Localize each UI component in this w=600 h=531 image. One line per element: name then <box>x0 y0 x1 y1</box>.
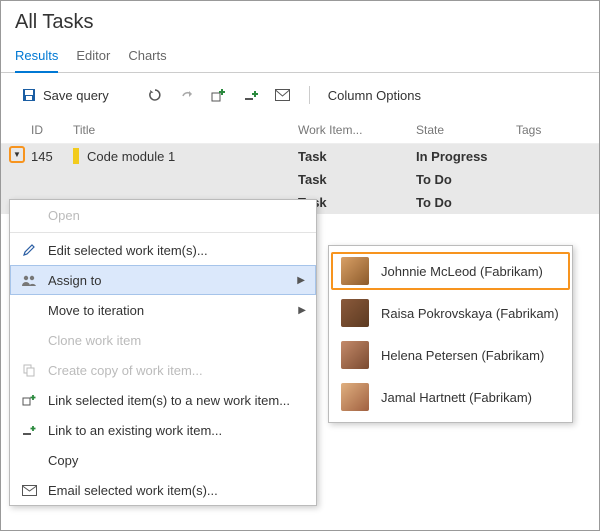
link-new-icon <box>20 392 38 408</box>
new-linked-icon <box>211 87 227 103</box>
col-header-title[interactable]: Title <box>73 123 298 137</box>
assignee-name: Jamal Hartnett (Fabrikam) <box>381 390 532 405</box>
email-button[interactable] <box>269 83 297 107</box>
avatar <box>341 299 369 327</box>
cell-state: In Progress <box>416 149 516 164</box>
cm-open: Open <box>10 200 316 230</box>
col-header-tags[interactable]: Tags <box>516 123 576 137</box>
save-query-label: Save query <box>43 88 109 103</box>
assignee-item[interactable]: Helena Petersen (Fabrikam) <box>329 334 572 376</box>
assignee-item[interactable]: Johnnie McLeod (Fabrikam) <box>329 250 572 292</box>
col-header-workitem[interactable]: Work Item... <box>298 123 416 137</box>
assignee-name: Johnnie McLeod (Fabrikam) <box>381 264 543 279</box>
save-icon <box>21 87 37 103</box>
cm-separator <box>10 232 316 233</box>
cm-copy[interactable]: Copy <box>10 445 316 475</box>
redo-icon <box>179 87 195 103</box>
table-row[interactable]: Task To Do <box>1 168 599 191</box>
toolbar: Save query Column Options <box>1 73 599 117</box>
column-options-button[interactable]: Column Options <box>322 84 427 107</box>
column-options-label: Column Options <box>328 88 421 103</box>
link-existing-icon <box>20 422 38 438</box>
refresh-button[interactable] <box>141 83 169 107</box>
context-menu: Open Edit selected work item(s)... Assig… <box>9 199 317 506</box>
cell-workitem: Task <box>298 149 416 164</box>
col-header-id[interactable]: ID <box>31 123 73 137</box>
redo-button[interactable] <box>173 83 201 107</box>
cm-label: Move to iteration <box>48 303 144 318</box>
cm-link-existing[interactable]: Link to an existing work item... <box>10 415 316 445</box>
table-row[interactable]: 145 Code module 1 Task In Progress <box>1 144 599 168</box>
cm-label: Open <box>48 208 80 223</box>
copy-icon <box>20 362 38 378</box>
assignee-name: Helena Petersen (Fabrikam) <box>381 348 544 363</box>
cm-label: Edit selected work item(s)... <box>48 243 208 258</box>
cm-label: Assign to <box>48 273 101 288</box>
assignee-item[interactable]: Jamal Hartnett (Fabrikam) <box>329 376 572 418</box>
task-color-bar <box>73 148 79 164</box>
people-icon <box>20 272 38 288</box>
cm-link-new[interactable]: Link selected item(s) to a new work item… <box>10 385 316 415</box>
tab-results[interactable]: Results <box>15 42 58 73</box>
cm-label: Link to an existing work item... <box>48 423 222 438</box>
cm-email[interactable]: Email selected work item(s)... <box>10 475 316 505</box>
avatar <box>341 257 369 285</box>
tabs: Results Editor Charts <box>1 42 599 73</box>
cm-clone: Clone work item <box>10 325 316 355</box>
assignee-name: Raisa Pokrovskaya (Fabrikam) <box>381 306 559 321</box>
refresh-icon <box>147 87 163 103</box>
assign-to-submenu: Johnnie McLeod (Fabrikam) Raisa Pokrovsk… <box>328 245 573 423</box>
cell-title-text: Code module 1 <box>87 149 175 164</box>
edit-icon <box>20 242 38 258</box>
cm-label: Email selected work item(s)... <box>48 483 218 498</box>
cm-label: Create copy of work item... <box>48 363 203 378</box>
tab-editor[interactable]: Editor <box>76 42 110 72</box>
cell-workitem: Task <box>298 172 416 187</box>
mail-icon <box>20 482 38 498</box>
cm-label: Copy <box>48 453 78 468</box>
save-query-button[interactable]: Save query <box>15 83 115 107</box>
new-linked-button[interactable] <box>205 83 233 107</box>
toolbar-separator <box>309 86 310 104</box>
add-icon <box>243 87 259 103</box>
grid-header: ID Title Work Item... State Tags <box>1 117 599 144</box>
mail-icon <box>275 87 291 103</box>
cell-id: 145 <box>31 149 73 164</box>
add-item-button[interactable] <box>237 83 265 107</box>
avatar <box>341 341 369 369</box>
assignee-item[interactable]: Raisa Pokrovskaya (Fabrikam) <box>329 292 572 334</box>
page-title: All Tasks <box>1 1 599 42</box>
cm-move-iteration[interactable]: Move to iteration ▶ <box>10 295 316 325</box>
cell-state: To Do <box>416 195 516 210</box>
cm-label: Clone work item <box>48 333 141 348</box>
cell-title: Code module 1 <box>73 148 298 164</box>
tab-charts[interactable]: Charts <box>128 42 166 72</box>
avatar <box>341 383 369 411</box>
cell-state: To Do <box>416 172 516 187</box>
chevron-right-icon: ▶ <box>297 275 305 286</box>
row-dropdown-marker[interactable]: ▼ <box>9 146 25 163</box>
cm-label: Link selected item(s) to a new work item… <box>48 393 290 408</box>
cm-assign-to[interactable]: Assign to ▶ <box>10 265 316 295</box>
chevron-right-icon: ▶ <box>298 305 306 316</box>
cm-edit-selected[interactable]: Edit selected work item(s)... <box>10 235 316 265</box>
cm-create-copy: Create copy of work item... <box>10 355 316 385</box>
col-header-state[interactable]: State <box>416 123 516 137</box>
